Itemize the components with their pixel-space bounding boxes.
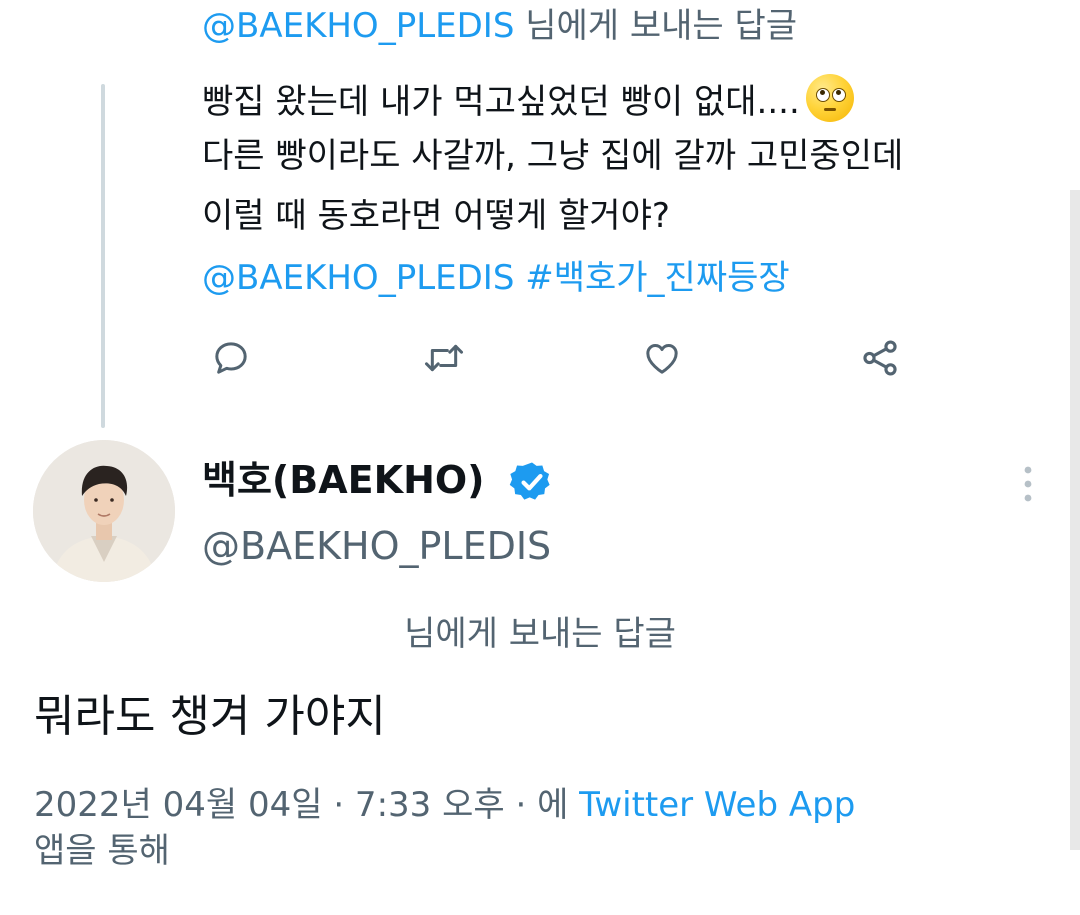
verified-badge-icon: [509, 462, 550, 500]
reply-context-handle-link[interactable]: @BAEKHO_PLEDIS: [202, 6, 514, 46]
tweet-metadata: 2022년 04월 04일 · 7:33 오후 · 에 Twitter Web …: [34, 782, 855, 874]
display-name[interactable]: 백호(BAEKHO): [202, 456, 485, 504]
parent-tweet-line-2: 다른 빵이라도 사갈까, 그냥 집에 갈까 고민중인데: [202, 136, 904, 176]
reply-button[interactable]: [205, 332, 257, 384]
parent-tweet-line-1: 빵집 왔는데 내가 먹고싶었던 빵이 없대....: [202, 74, 854, 122]
reply-icon: [215, 342, 247, 374]
replying-to-label: 님에게 보내는 답글: [404, 614, 676, 654]
avatar[interactable]: [33, 440, 175, 582]
source-suffix: 앱을 통해: [34, 831, 170, 871]
parent-tweet-tags: @BAEKHO_PLEDIS #백호가_진짜등장: [202, 258, 790, 298]
share-icon: [863, 340, 897, 376]
more-vertical-icon: [1024, 466, 1032, 502]
tweet-actions: [202, 332, 922, 384]
more-options-button[interactable]: [1008, 462, 1048, 506]
reply-context: @BAEKHO_PLEDIS 님에게 보내는 답글: [202, 6, 797, 46]
retweet-icon: [425, 344, 463, 372]
parent-tweet-line-1-text: 빵집 왔는데 내가 먹고싶었던 빵이 없대....: [202, 82, 800, 122]
like-button[interactable]: [636, 332, 688, 384]
hashtag-link[interactable]: #백호가_진짜등장: [525, 258, 789, 298]
user-handle[interactable]: @BAEKHO_PLEDIS: [202, 522, 551, 570]
mention-link[interactable]: @BAEKHO_PLEDIS: [202, 258, 514, 298]
reply-context-label: 님에게 보내는 답글: [514, 6, 798, 46]
share-button[interactable]: [854, 332, 906, 384]
like-icon: [646, 344, 678, 374]
tweet-text: 뭐라도 챙겨 가야지: [34, 691, 386, 742]
scrollbar[interactable]: [1070, 190, 1080, 850]
parent-tweet-line-3: 이럴 때 동호라면 어떻게 할거야?: [202, 196, 670, 236]
tweet-timestamp[interactable]: 2022년 04월 04일 · 7:33 오후 · 에: [34, 785, 579, 825]
retweet-button[interactable]: [418, 332, 470, 384]
thread-connector-line: [101, 84, 105, 428]
source-app-link[interactable]: Twitter Web App: [579, 785, 855, 825]
profile-photo: [33, 440, 175, 582]
pleading-face-icon: [805, 74, 854, 122]
